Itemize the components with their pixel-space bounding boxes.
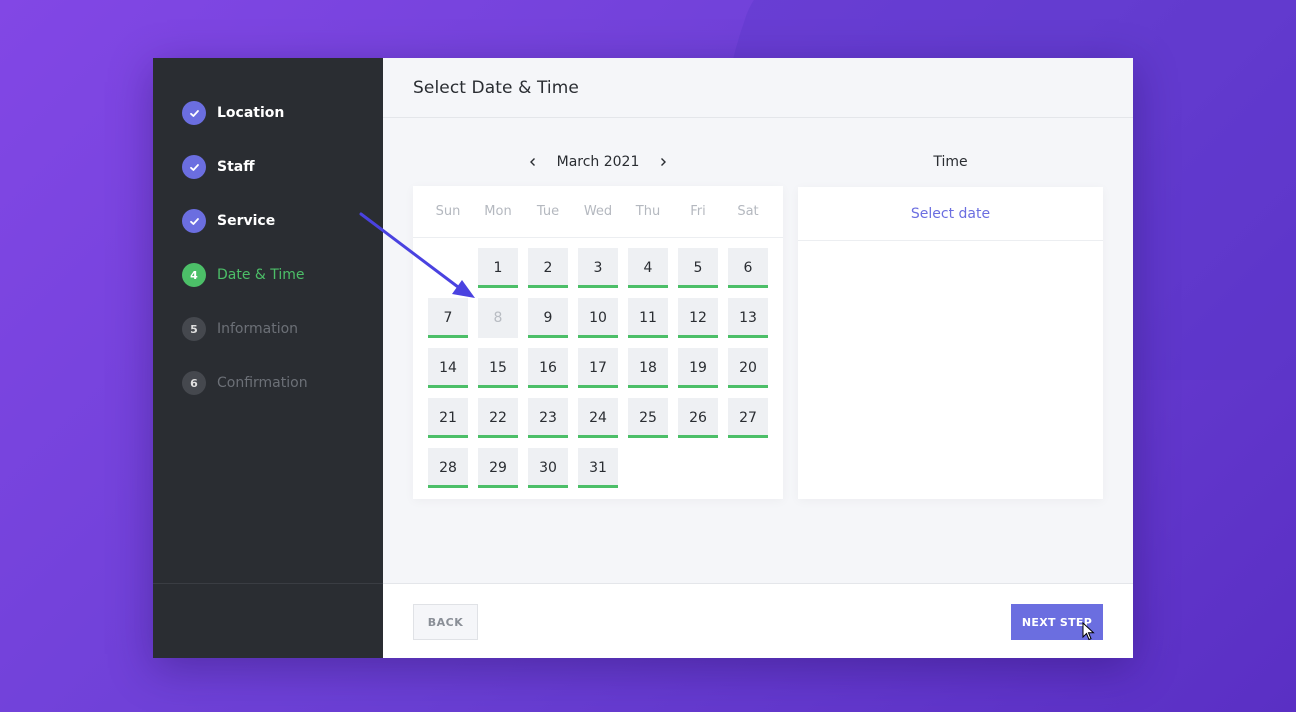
calendar-day[interactable]: 14	[428, 348, 468, 388]
check-icon	[182, 101, 206, 125]
check-icon	[182, 209, 206, 233]
step-label: Information	[217, 321, 299, 337]
back-button[interactable]: BACK	[413, 604, 478, 640]
steps-sidebar: Location Staff Service 4 Date & Time 5 Informa…	[153, 58, 383, 658]
page-title: Select Date & Time	[413, 77, 579, 98]
calendar-day[interactable]: 15	[478, 348, 518, 388]
weekday-header: Sun Mon Tue Wed Thu Fri Sat	[413, 186, 783, 238]
calendar: Sun Mon Tue Wed Thu Fri Sat 1 2 3 4 5 6 7 8 9 10 11 12 13 1…	[413, 186, 783, 499]
main-panel: Select Date & Time March 2021 Sun Mon Tue W…	[383, 58, 1133, 658]
calendar-day[interactable]: 2	[528, 248, 568, 288]
step-location[interactable]: Location	[182, 86, 383, 140]
step-label: Date & Time	[217, 267, 305, 283]
step-label: Service	[217, 213, 276, 229]
calendar-day-empty	[428, 248, 468, 288]
calendar-day[interactable]: 24	[578, 398, 618, 438]
weekday-label: Thu	[635, 204, 661, 219]
time-title: Time	[933, 154, 968, 170]
calendar-day[interactable]: 10	[578, 298, 618, 338]
chevron-right-icon[interactable]	[651, 150, 675, 174]
step-service[interactable]: Service	[182, 194, 383, 248]
calendar-day[interactable]: 18	[628, 348, 668, 388]
calendar-day[interactable]: 11	[628, 298, 668, 338]
calendar-day[interactable]: 22	[478, 398, 518, 438]
weekday-label: Wed	[583, 204, 613, 219]
step-confirmation[interactable]: 6 Confirmation	[182, 356, 383, 410]
step-list: Location Staff Service 4 Date & Time 5 Informa…	[153, 58, 383, 410]
calendar-day[interactable]: 5	[678, 248, 718, 288]
step-label: Confirmation	[217, 375, 308, 391]
footer: BACK NEXT STEP	[383, 583, 1133, 658]
calendar-day[interactable]: 20	[728, 348, 768, 388]
calendar-day[interactable]: 16	[528, 348, 568, 388]
calendar-day[interactable]: 3	[578, 248, 618, 288]
step-number: 4	[182, 263, 206, 287]
step-date-time[interactable]: 4 Date & Time	[182, 248, 383, 302]
mouse-cursor-icon	[1082, 622, 1095, 641]
calendar-day[interactable]: 31	[578, 448, 618, 488]
calendar-day[interactable]: 17	[578, 348, 618, 388]
step-label: Staff	[217, 159, 255, 175]
calendar-day[interactable]: 19	[678, 348, 718, 388]
calendar-day: 8	[478, 298, 518, 338]
booking-wizard: Location Staff Service 4 Date & Time 5 Informa…	[153, 58, 1133, 658]
calendar-day[interactable]: 26	[678, 398, 718, 438]
calendar-day[interactable]: 27	[728, 398, 768, 438]
calendar-day[interactable]: 6	[728, 248, 768, 288]
calendar-day[interactable]: 4	[628, 248, 668, 288]
calendar-day[interactable]: 29	[478, 448, 518, 488]
month-label: March 2021	[556, 154, 640, 170]
chevron-left-icon[interactable]	[521, 150, 545, 174]
calendar-days: 1 2 3 4 5 6 7 8 9 10 11 12 13 14 15 16 17 18 19 20 21 22 23 24 2…	[413, 238, 783, 498]
calendar-day[interactable]: 7	[428, 298, 468, 338]
calendar-day[interactable]: 28	[428, 448, 468, 488]
weekday-label: Sun	[435, 204, 461, 219]
calendar-day[interactable]: 25	[628, 398, 668, 438]
step-number: 5	[182, 317, 206, 341]
weekday-label: Sat	[737, 204, 759, 219]
calendar-day[interactable]: 30	[528, 448, 568, 488]
main-header: Select Date & Time	[383, 58, 1133, 118]
weekday-label: Mon	[484, 204, 512, 219]
time-panel: Select date	[798, 187, 1103, 499]
sidebar-divider	[153, 583, 383, 584]
calendar-day[interactable]: 12	[678, 298, 718, 338]
calendar-day[interactable]: 13	[728, 298, 768, 338]
step-staff[interactable]: Staff	[182, 140, 383, 194]
time-placeholder: Select date	[798, 187, 1103, 241]
weekday-label: Tue	[536, 204, 560, 219]
calendar-day[interactable]: 21	[428, 398, 468, 438]
month-navigation: March 2021	[413, 148, 783, 176]
step-information[interactable]: 5 Information	[182, 302, 383, 356]
weekday-label: Fri	[690, 204, 706, 219]
step-number: 6	[182, 371, 206, 395]
step-label: Location	[217, 105, 285, 121]
check-icon	[182, 155, 206, 179]
calendar-day[interactable]: 1	[478, 248, 518, 288]
calendar-day[interactable]: 23	[528, 398, 568, 438]
calendar-day[interactable]: 9	[528, 298, 568, 338]
